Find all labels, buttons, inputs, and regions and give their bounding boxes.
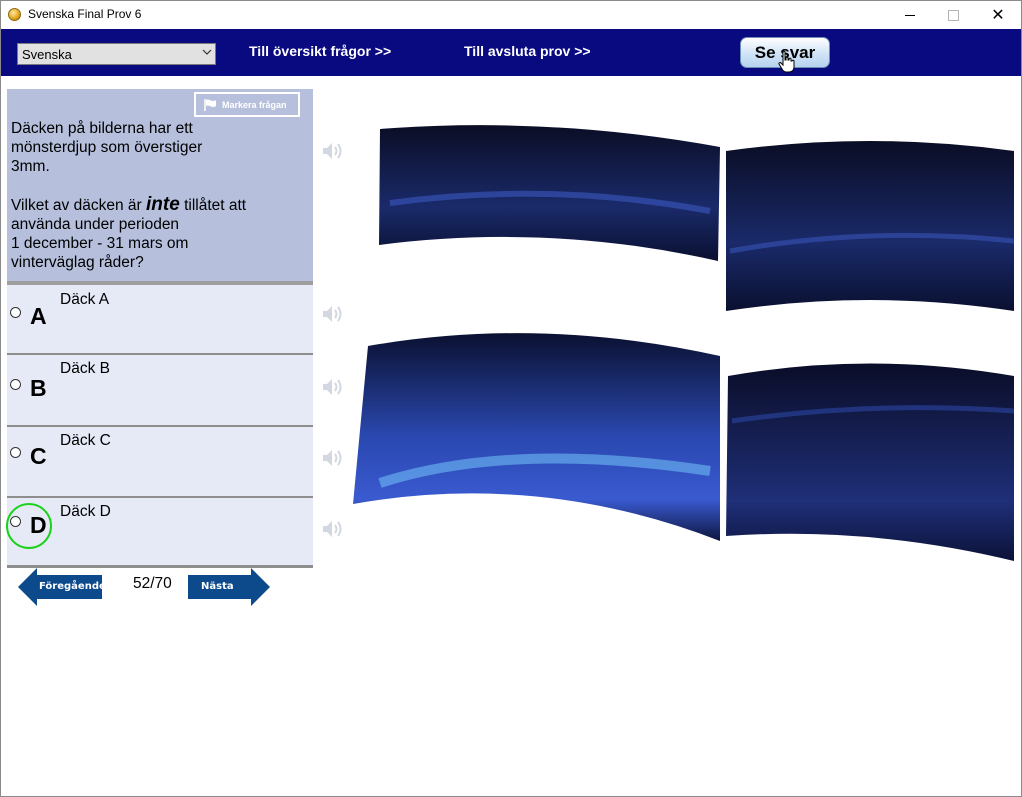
question-text: Däcken på bilderna har ett mönsterdjup s… [11, 119, 311, 272]
flag-icon [204, 98, 216, 111]
chevron-down-icon [202, 47, 212, 60]
answer-option-b[interactable]: B Däck B [7, 355, 313, 425]
tire-d-image [726, 363, 1015, 561]
language-select[interactable]: Svenska [17, 43, 216, 65]
answer-text: Däck B [60, 360, 110, 377]
close-button[interactable]: ✕ [975, 1, 1021, 29]
window-title: Svenska Final Prov 6 [28, 7, 142, 21]
language-select-value: Svenska [22, 47, 72, 62]
speaker-icon[interactable] [321, 140, 343, 162]
radio-b[interactable] [10, 379, 21, 390]
previous-button[interactable]: Föregående [18, 568, 106, 606]
question-line: Däcken på bilderna har ett [11, 120, 193, 137]
question-line: mönsterdjup som överstiger [11, 139, 203, 156]
speaker-icon[interactable] [321, 303, 343, 325]
answer-text: Däck C [60, 432, 111, 449]
tire-c-image [353, 333, 720, 541]
tire-b-image [726, 141, 1015, 311]
selection-highlight-circle [6, 503, 52, 549]
tire-a-image [379, 125, 720, 261]
answer-option-d[interactable]: D Däck D [7, 498, 313, 565]
speaker-icon[interactable] [321, 376, 343, 398]
answer-option-a[interactable]: A Däck A [7, 285, 313, 353]
answer-text: Däck A [60, 291, 110, 308]
answer-option-c[interactable]: C Däck C [7, 427, 313, 496]
app-window: Svenska Final Prov 6 ✕ Svenska Till över… [0, 0, 1022, 797]
app-icon [8, 8, 21, 21]
answer-letter: C [30, 443, 47, 469]
maximize-button[interactable] [930, 1, 976, 29]
next-label: Nästa [201, 581, 234, 592]
toolbar: Svenska Till översikt frågor >> Till avs… [1, 29, 1021, 76]
title-bar: Svenska Final Prov 6 ✕ [1, 1, 1021, 29]
tire-photo [353, 125, 1015, 561]
radio-a[interactable] [10, 307, 21, 318]
next-button[interactable]: Nästa [188, 568, 270, 606]
emphasis-word: inte [145, 194, 180, 215]
overview-link[interactable]: Till översikt frågor >> [249, 43, 391, 59]
question-counter: 52/70 [133, 575, 172, 592]
speaker-icon[interactable] [321, 518, 343, 540]
speaker-icon[interactable] [321, 447, 343, 469]
question-line: 1 december - 31 mars om [11, 235, 189, 252]
question-line: Vilket av däcken är inte tillåtet att [11, 194, 247, 215]
close-icon: ✕ [991, 7, 1005, 24]
previous-label: Föregående [39, 581, 106, 592]
question-line: använda under perioden [11, 216, 180, 233]
question-panel: Markera frågan Däcken på bilderna har et… [7, 89, 313, 281]
minimize-button[interactable] [887, 1, 933, 29]
question-line: 3mm. [11, 158, 50, 175]
maximize-icon [947, 9, 959, 21]
mark-question-label: Markera frågan [222, 99, 287, 110]
question-line: vinterväglag råder? [11, 254, 144, 271]
answer-letter: A [30, 303, 47, 329]
radio-c[interactable] [10, 447, 21, 458]
minimize-icon [905, 14, 915, 16]
answer-letter: B [30, 375, 47, 401]
hand-cursor-icon [778, 50, 795, 73]
finish-exam-link[interactable]: Till avsluta prov >> [464, 43, 591, 59]
mark-question-button[interactable]: Markera frågan [194, 92, 300, 117]
answer-text: Däck D [60, 503, 111, 520]
